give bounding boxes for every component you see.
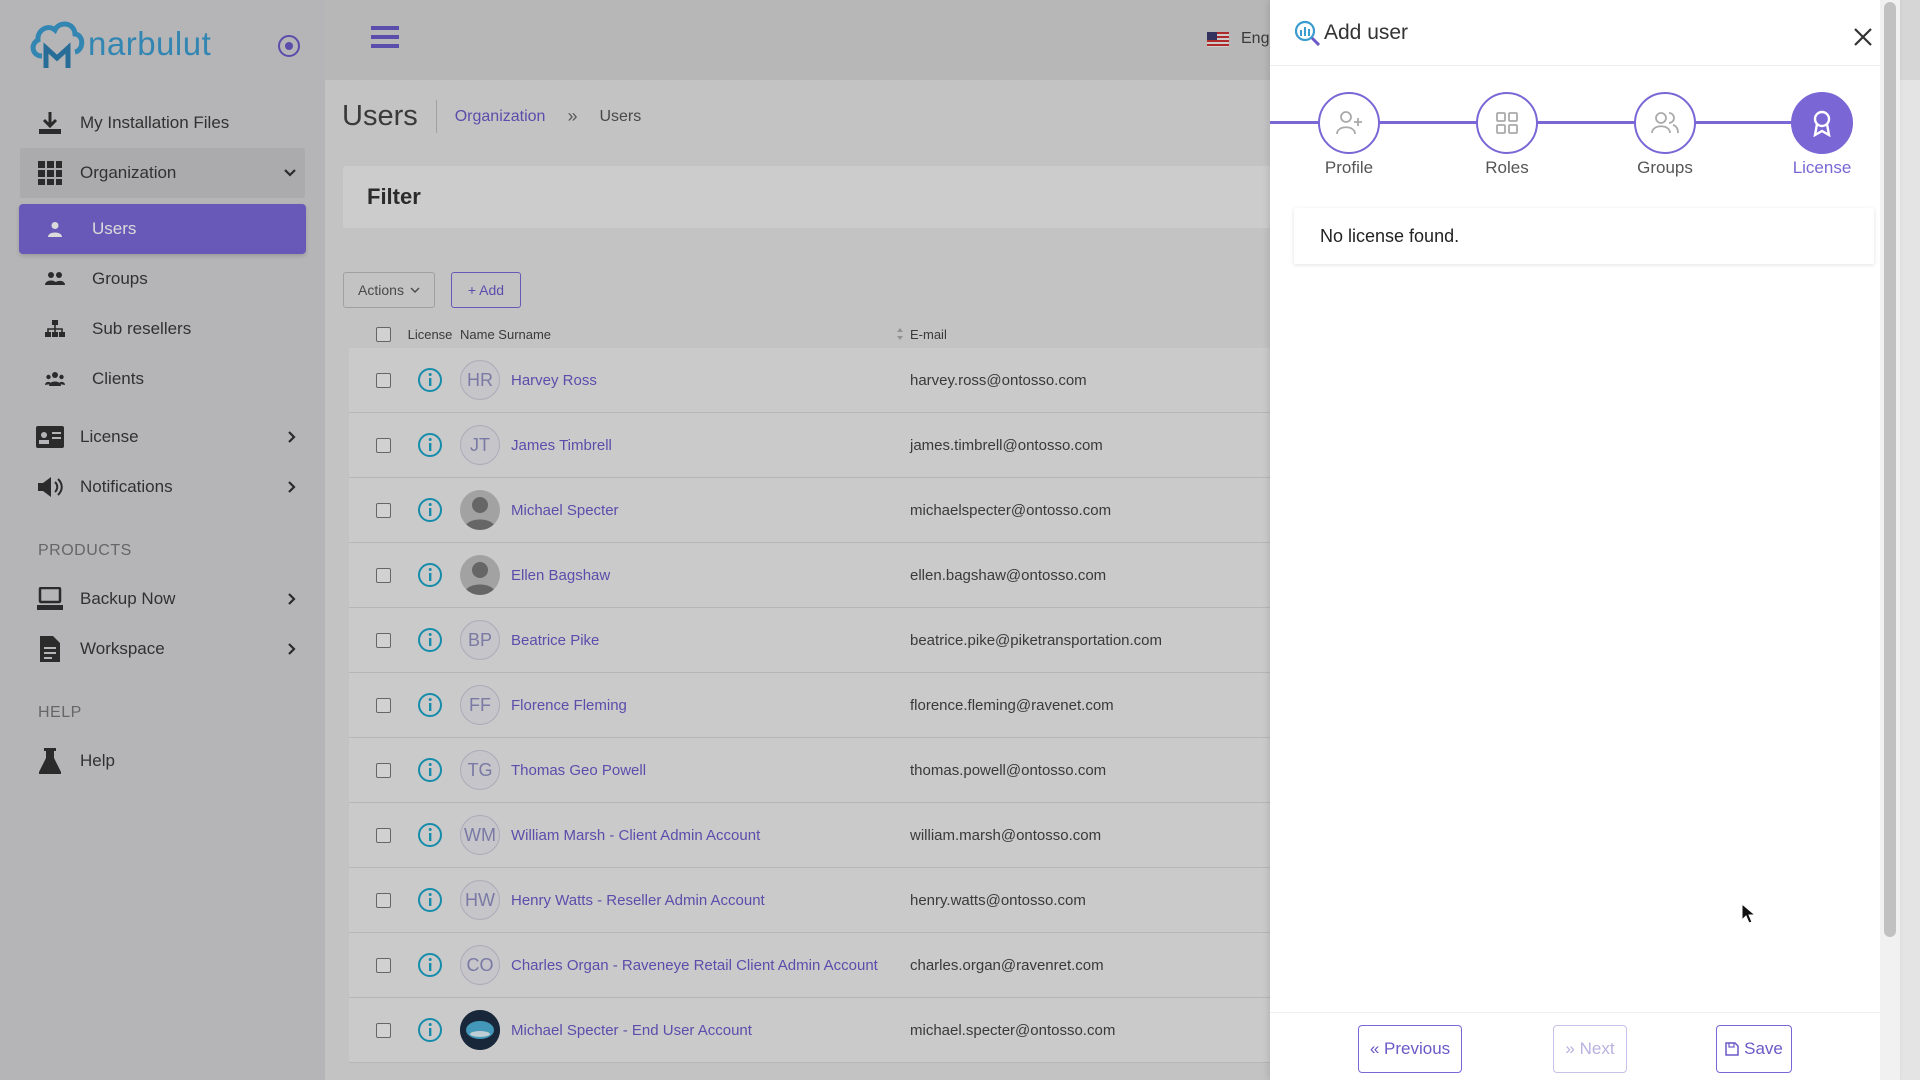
step-groups[interactable] [1634,92,1696,154]
step-license-label: License [1792,158,1852,177]
close-icon[interactable] [1852,26,1874,48]
drawer-footer: « Previous » Next Save [1270,1012,1900,1080]
save-button[interactable]: Save [1716,1025,1792,1073]
step-roles-label: Roles [1485,158,1529,177]
modal-backdrop[interactable] [0,0,1270,1080]
user-plus-icon [1336,111,1362,135]
step-profile-label: Profile [1324,158,1374,177]
no-license-message: No license found. [1320,225,1460,246]
award-icon [1813,110,1831,137]
mouse-cursor-icon [1741,903,1757,924]
search-chart-icon [1294,20,1320,46]
step-groups-label: Groups [1637,158,1693,177]
scrollbar-thumb[interactable] [1884,2,1896,937]
previous-button[interactable]: « Previous [1358,1025,1462,1073]
save-label: Save [1744,1039,1783,1058]
step-profile[interactable] [1318,92,1380,154]
license-message-card: No license found. [1294,208,1874,264]
drawer-header: Add user [1270,0,1900,66]
add-user-drawer: Add user Profile Roles Groups License No… [1270,0,1900,1080]
floppy-disk-icon [1725,1042,1739,1056]
drawer-scrollbar[interactable] [1880,0,1900,1080]
step-license[interactable] [1791,92,1853,154]
drawer-title: Add user [1324,20,1409,44]
step-roles[interactable] [1476,92,1538,154]
grid-icon [1496,112,1518,134]
users-icon [1651,112,1679,134]
next-button[interactable]: » Next [1553,1025,1627,1073]
